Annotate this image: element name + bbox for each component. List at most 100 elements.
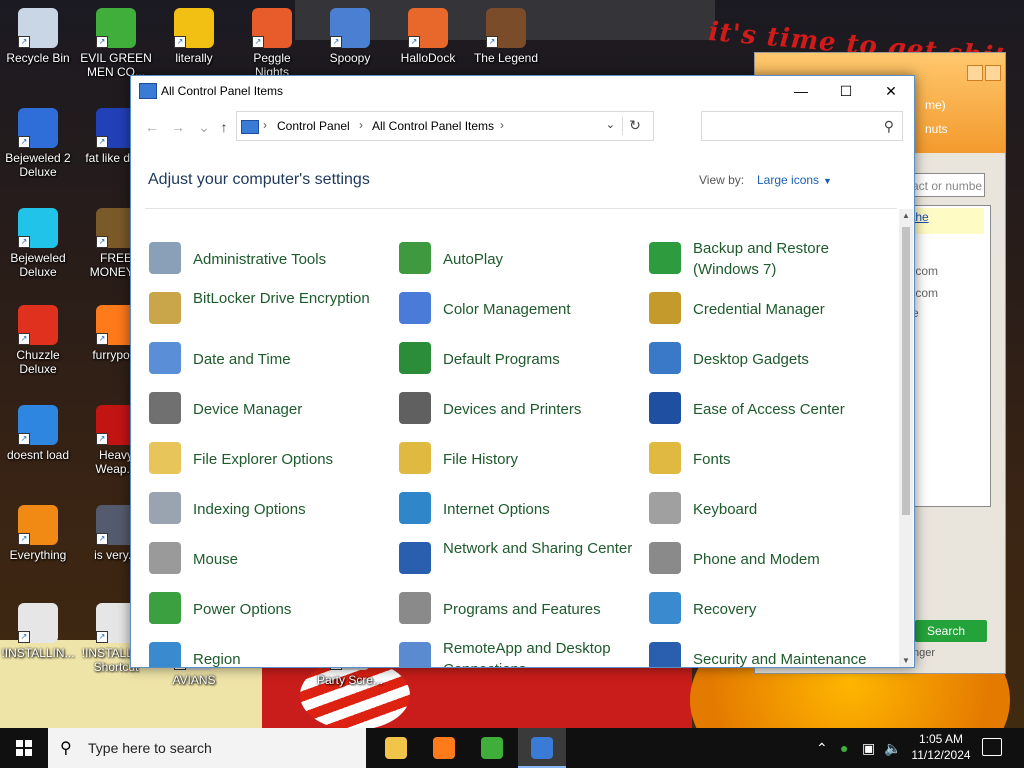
control-panel-item-label[interactable]: Network and Sharing Center bbox=[443, 538, 643, 559]
messenger-taskbar-button[interactable] bbox=[468, 728, 516, 768]
control-panel-item[interactable]: RemoteApp and Desktop Connections bbox=[399, 638, 644, 667]
control-panel-item[interactable]: Default Programs bbox=[399, 338, 644, 378]
control-panel-item-label[interactable]: Date and Time bbox=[193, 349, 393, 370]
control-panel-item[interactable]: Desktop Gadgets bbox=[649, 338, 894, 378]
control-panel-item-label[interactable]: Phone and Modem bbox=[693, 549, 893, 570]
file-explorer-taskbar-button[interactable] bbox=[372, 728, 420, 768]
control-panel-item-label[interactable]: File Explorer Options bbox=[193, 449, 393, 470]
view-by-dropdown[interactable]: Large icons ▼ bbox=[757, 173, 832, 187]
control-panel-item[interactable]: Power Options bbox=[149, 588, 394, 628]
contact-row[interactable]: .com bbox=[912, 264, 938, 278]
search-icon[interactable]: ⚲ bbox=[884, 118, 894, 135]
desktop-icon[interactable]: ↗ Chuzzle Deluxe bbox=[1, 305, 75, 376]
scroll-thumb[interactable] bbox=[902, 227, 910, 515]
close-button[interactable]: ✕ bbox=[868, 76, 914, 106]
control-panel-item[interactable]: Mouse bbox=[149, 538, 394, 578]
address-bar[interactable]: › Control Panel › All Control Panel Item… bbox=[236, 111, 654, 141]
control-panel-item-label[interactable]: AutoPlay bbox=[443, 249, 643, 270]
control-panel-item[interactable]: BitLocker Drive Encryption bbox=[149, 288, 394, 328]
control-panel-item-label[interactable]: Power Options bbox=[193, 599, 393, 620]
messenger-tray-icon[interactable]: ● bbox=[840, 740, 848, 756]
contact-field[interactable]: act or numbe bbox=[905, 173, 985, 197]
desktop-icon[interactable]: ↗ Everything bbox=[1, 505, 75, 562]
control-panel-item[interactable]: Phone and Modem bbox=[649, 538, 894, 578]
scroll-up-icon[interactable]: ▲ bbox=[899, 211, 913, 220]
up-arrow-icon[interactable]: ↑ bbox=[215, 118, 233, 136]
desktop-icon[interactable]: ↗ Bejeweled Deluxe bbox=[1, 208, 75, 279]
chevron-down-icon[interactable]: ⌄ bbox=[606, 118, 615, 131]
control-panel-item[interactable]: Network and Sharing Center bbox=[399, 538, 644, 578]
desktop-icon[interactable]: ↗ EVIL GREEN MEN CO... bbox=[79, 8, 153, 79]
search-input[interactable]: ⚲ bbox=[701, 111, 903, 141]
chat-search-button[interactable]: Search bbox=[915, 620, 987, 642]
back-icon[interactable]: ← bbox=[143, 118, 161, 136]
control-panel-item[interactable]: Device Manager bbox=[149, 388, 394, 428]
control-panel-item[interactable]: Ease of Access Center bbox=[649, 388, 894, 428]
contact-list[interactable]: the .com .com e bbox=[905, 205, 991, 507]
control-panel-item[interactable]: Credential Manager bbox=[649, 288, 894, 328]
chevron-right-icon[interactable]: › bbox=[500, 118, 504, 132]
control-panel-item-label[interactable]: Recovery bbox=[693, 599, 893, 620]
control-panel-item-label[interactable]: BitLocker Drive Encryption bbox=[193, 288, 393, 309]
control-panel-taskbar-button[interactable] bbox=[518, 728, 566, 768]
desktop-icon[interactable]: ↗ doesnt load bbox=[1, 405, 75, 462]
contact-link[interactable]: the bbox=[906, 208, 984, 234]
control-panel-item[interactable]: Color Management bbox=[399, 288, 644, 328]
breadcrumb-all-items[interactable]: All Control Panel Items bbox=[372, 119, 494, 133]
control-panel-item[interactable]: Security and Maintenance bbox=[649, 638, 894, 667]
contact-row[interactable]: .com bbox=[912, 286, 938, 300]
control-panel-item-label[interactable]: Indexing Options bbox=[193, 499, 393, 520]
control-panel-item[interactable]: Internet Options bbox=[399, 488, 644, 528]
view-by-value[interactable]: Large icons bbox=[757, 173, 819, 187]
control-panel-item[interactable]: Keyboard bbox=[649, 488, 894, 528]
breadcrumb-control-panel[interactable]: Control Panel bbox=[277, 119, 350, 133]
minimize-icon[interactable] bbox=[967, 65, 983, 81]
control-panel-item-label[interactable]: Keyboard bbox=[693, 499, 893, 520]
title-bar[interactable]: All Control Panel Items — ☐ ✕ bbox=[131, 76, 914, 106]
caret-down-icon[interactable]: ▼ bbox=[823, 176, 832, 186]
taskbar-search[interactable]: ⚲ Type here to search bbox=[48, 728, 366, 768]
desktop-icon[interactable]: ↗ Peggle Nights bbox=[235, 8, 309, 79]
control-panel-item-label[interactable]: RemoteApp and Desktop Connections bbox=[443, 638, 643, 667]
control-panel-item[interactable]: Programs and Features bbox=[399, 588, 644, 628]
notification-icon[interactable] bbox=[982, 738, 1002, 756]
desktop-icon[interactable]: ↗ HalloDock bbox=[391, 8, 465, 65]
refresh-icon[interactable]: ↻ bbox=[622, 117, 647, 135]
control-panel-item-label[interactable]: Region bbox=[193, 649, 393, 667]
chevron-up-icon[interactable]: ⌃ bbox=[816, 740, 828, 757]
maximize-button[interactable]: ☐ bbox=[823, 76, 869, 106]
control-panel-item-label[interactable]: Fonts bbox=[693, 449, 893, 470]
control-panel-item-label[interactable]: Desktop Gadgets bbox=[693, 349, 893, 370]
volume-icon[interactable]: 🔈 bbox=[884, 740, 901, 757]
start-button[interactable] bbox=[0, 728, 48, 768]
control-panel-item[interactable]: Fonts bbox=[649, 438, 894, 478]
minimize-button[interactable]: — bbox=[778, 76, 824, 106]
desktop-icon[interactable]: ↗ !INSTALLIN... bbox=[1, 603, 75, 660]
chevron-down-icon[interactable]: ⌄ bbox=[195, 118, 213, 136]
control-panel-item[interactable]: Indexing Options bbox=[149, 488, 394, 528]
control-panel-window[interactable]: All Control Panel Items — ☐ ✕ ← → ⌄ ↑ › … bbox=[130, 75, 915, 668]
chevron-right-icon[interactable]: › bbox=[359, 118, 363, 132]
control-panel-item-label[interactable]: File History bbox=[443, 449, 643, 470]
control-panel-item-label[interactable]: Credential Manager bbox=[693, 299, 893, 320]
vertical-scrollbar[interactable]: ▲ ▼ bbox=[899, 209, 913, 667]
control-panel-item-label[interactable]: Security and Maintenance bbox=[693, 649, 893, 667]
desktop-icon[interactable]: ↗ Recycle Bin bbox=[1, 8, 75, 65]
clock[interactable]: 1:05 AM 11/12/2024 bbox=[906, 731, 976, 763]
firefox-taskbar-button[interactable] bbox=[420, 728, 468, 768]
control-panel-item-label[interactable]: Internet Options bbox=[443, 499, 643, 520]
desktop-icon[interactable]: ↗ Spoopy bbox=[313, 8, 387, 65]
desktop-icon[interactable]: ↗ The Legend bbox=[469, 8, 543, 65]
desktop-icon[interactable]: ↗ Bejeweled 2 Deluxe bbox=[1, 108, 75, 179]
chevron-right-icon[interactable]: › bbox=[263, 118, 267, 132]
control-panel-item-label[interactable]: Ease of Access Center bbox=[693, 399, 893, 420]
control-panel-item-label[interactable]: Device Manager bbox=[193, 399, 393, 420]
control-panel-item[interactable]: Recovery bbox=[649, 588, 894, 628]
control-panel-item[interactable]: Backup and Restore (Windows 7) bbox=[649, 238, 894, 278]
control-panel-item[interactable]: AutoPlay bbox=[399, 238, 644, 278]
control-panel-item-label[interactable]: Color Management bbox=[443, 299, 643, 320]
network-icon[interactable]: ▣ bbox=[862, 740, 875, 757]
control-panel-item[interactable]: Region bbox=[149, 638, 394, 667]
control-panel-item[interactable]: Devices and Printers bbox=[399, 388, 644, 428]
desktop-icon[interactable]: ↗ literally bbox=[157, 8, 231, 65]
